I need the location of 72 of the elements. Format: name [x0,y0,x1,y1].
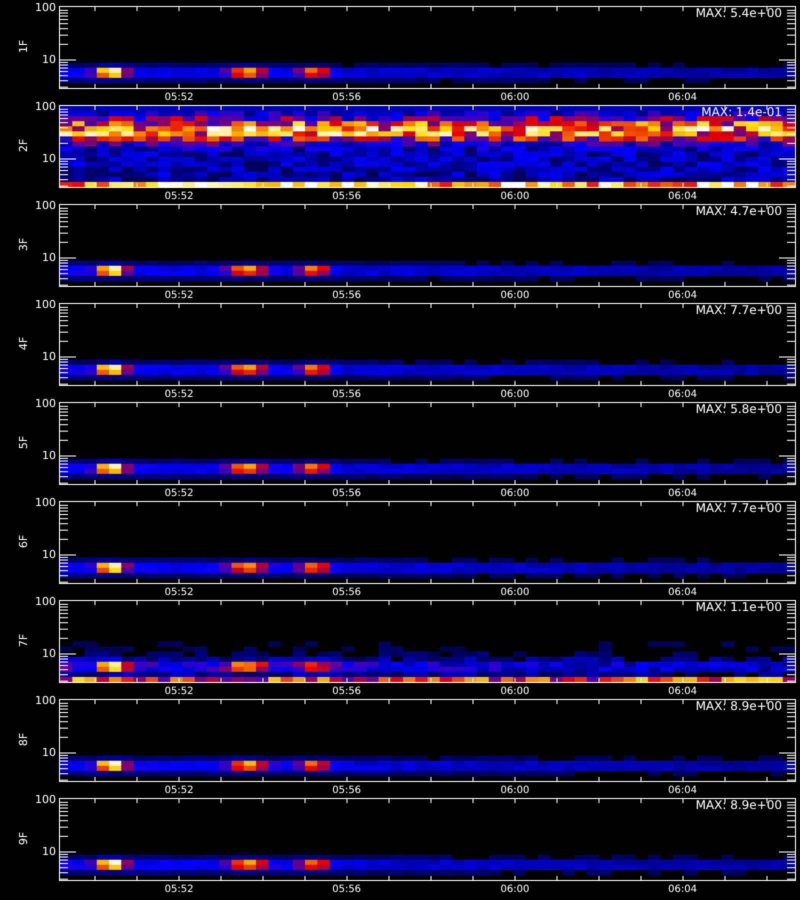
y-tick-label: 10 [42,747,56,759]
y-tick-label: 100 [35,794,56,806]
y-tick-label: 100 [35,695,56,707]
x-tick-label: 06:04 [668,389,697,401]
x-tick-label: 05:56 [332,785,362,797]
y-tick-label: 100 [35,101,56,113]
x-tick-label: 06:04 [668,488,697,500]
y-tick-label: 10 [42,252,56,264]
y-tick-label: 100 [35,497,56,509]
axis-title: 8F [17,732,30,746]
x-tick-label: 06:04 [668,785,697,797]
x-tick-label: 05:56 [332,884,362,896]
x-tick-label: 06:00 [500,191,530,203]
x-tick-label: 05:56 [332,92,362,104]
y-tick-label: 100 [35,299,56,311]
axis-title: 7F [17,634,30,648]
y-tick-label: 10 [42,648,56,660]
x-tick-label: 05:52 [164,92,194,104]
x-tick-label: 05:52 [164,785,194,797]
x-tick-label: 06:04 [668,884,697,896]
axis-title: 6F [17,534,30,548]
x-tick-label: 06:04 [668,191,697,203]
x-tick-label: 05:52 [164,488,194,500]
x-tick-label: 05:52 [164,191,194,203]
x-tick-label: 05:52 [164,290,194,302]
x-tick-label: 06:00 [500,389,530,401]
x-tick-label: 06:04 [668,290,697,302]
y-tick-label: 100 [35,200,56,212]
y-tick-label: 100 [35,596,56,608]
max-value-label: MAX: 1.1e+00 [696,600,782,614]
y-tick-label: 10 [42,54,56,66]
x-tick-label: 06:04 [668,92,697,104]
y-tick-label: 10 [42,351,56,363]
max-value-label: MAX: 7.7e+00 [696,303,782,317]
y-tick-label: 10 [42,153,56,165]
axis-title: 2F [17,138,30,152]
axis-title: 1F [17,40,30,54]
max-value-label: MAX: 4.7e+00 [696,204,782,218]
x-tick-label: 05:56 [332,488,362,500]
x-tick-label: 05:52 [164,686,194,698]
x-tick-label: 05:52 [164,587,194,599]
x-tick-label: 05:56 [332,389,362,401]
x-tick-label: 06:00 [500,884,530,896]
x-tick-label: 06:00 [500,92,530,104]
y-tick-label: 100 [35,2,56,14]
x-tick-label: 05:56 [332,290,362,302]
max-value-label: MAX: 1.4e-01 [701,105,782,119]
y-tick-label: 100 [35,398,56,410]
x-tick-label: 06:00 [500,290,530,302]
max-value-label: MAX: 5.8e+00 [696,402,782,416]
max-value-label: MAX: 7.7e+00 [696,501,782,515]
y-tick-label: 10 [42,450,56,462]
x-tick-label: 06:00 [500,686,530,698]
x-tick-label: 05:52 [164,389,194,401]
max-value-label: MAX: 5.4e+00 [696,6,782,20]
axis-title: 9F [17,832,30,846]
x-tick-label: 05:56 [332,191,362,203]
x-tick-label: 06:00 [500,488,530,500]
x-tick-label: 05:52 [164,884,194,896]
x-tick-label: 06:00 [500,587,530,599]
y-tick-label: 10 [42,846,56,858]
axis-title: 5F [17,436,30,450]
axis-title: 4F [17,336,30,350]
max-value-label: MAX: 8.9e+00 [696,798,782,812]
x-tick-label: 06:00 [500,785,530,797]
x-tick-label: 05:56 [332,686,362,698]
max-value-label: MAX: 8.9e+00 [696,699,782,713]
x-tick-label: 05:56 [332,587,362,599]
axis-title: 3F [17,238,30,252]
x-tick-label: 06:04 [668,686,697,698]
x-tick-label: 06:04 [668,587,697,599]
y-tick-label: 10 [42,549,56,561]
